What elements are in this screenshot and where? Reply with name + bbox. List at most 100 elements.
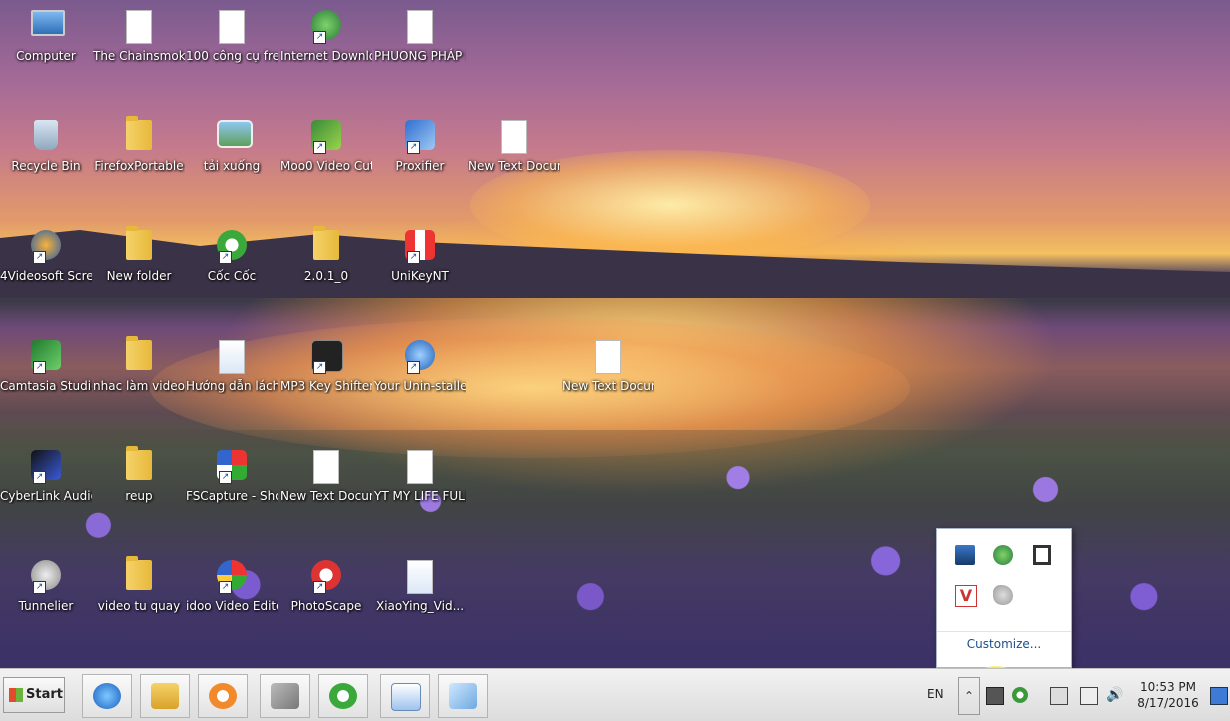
power-icon[interactable] <box>1080 687 1098 705</box>
desktop-icon-coc-coc[interactable]: ↗ Cốc Cốc <box>186 230 278 284</box>
desktop-icon-new-text-3[interactable]: New Text Document (3) <box>562 340 654 394</box>
desktop-icon-video-tu-quay[interactable]: video tu quay <box>93 556 185 614</box>
desktop-icon-your-uninstaller[interactable]: ↗ Your Unin-staller! <box>374 340 466 394</box>
desktop-icon-label: UniKeyNT <box>391 269 449 283</box>
desktop-icon-camtasia[interactable]: ↗ Camtasia Studio 8 <box>0 340 92 394</box>
customize-link[interactable]: Customize... <box>937 637 1071 651</box>
desktop-icon-nhac-lam-video[interactable]: nhac làm video <box>93 336 185 394</box>
start-label: Start <box>26 687 63 702</box>
desktop-icon-2-0-1-0[interactable]: 2.0.1_0 <box>280 226 372 284</box>
coccoc-icon <box>329 683 357 709</box>
coccoc-tray-icon[interactable] <box>1012 687 1028 703</box>
language-indicator[interactable]: EN <box>927 687 944 701</box>
globe-update-icon[interactable] <box>993 545 1013 565</box>
desktop-icon-label: Recycle Bin <box>11 159 81 173</box>
desktop-icon-tunnelier[interactable]: ↗ Tunnelier <box>0 560 92 614</box>
shortcut-arrow-icon: ↗ <box>33 581 46 594</box>
fscapture-icon: ↗ <box>217 450 247 484</box>
text-file-icon <box>593 340 623 374</box>
desktop-icon-label: Your Unin-staller! <box>374 379 466 393</box>
desktop-icon-new-folder[interactable]: New folder <box>93 226 185 284</box>
antivirus-v-icon[interactable]: V <box>955 585 977 607</box>
desktop-icon-new-text-2[interactable]: New Text Document (2) <box>468 120 560 174</box>
desktop-icon-idoo[interactable]: ↗ idoo Video Editor P... <box>186 560 278 614</box>
film-icon[interactable] <box>1033 545 1051 565</box>
desktop-icon-internet-download[interactable]: ↗ Internet Downlo... <box>280 10 372 64</box>
desktop-icon-label: The Chainsmoker... <box>93 49 185 63</box>
folder-icon <box>311 226 341 264</box>
desktop-icon-photoscape[interactable]: ↗ PhotoScape <box>280 560 372 614</box>
desktop-icon-new-text[interactable]: New Text Document <box>280 450 372 504</box>
document-icon <box>405 560 435 594</box>
shortcut-arrow-icon: ↗ <box>33 251 46 264</box>
taskbar-text-editor[interactable] <box>380 674 430 718</box>
desktop-icon-phuong-phap[interactable]: PHUONG PHÁP KIẾM TIỀN Y... <box>374 10 466 64</box>
desktop-icon-label: FSCapture - Shortcut <box>186 489 278 503</box>
mp3-file-icon <box>124 10 154 44</box>
desktop-icon-label: idoo Video Editor P... <box>186 599 278 613</box>
image-file-icon <box>217 120 253 154</box>
desktop-icon-yt-my-life[interactable]: YT MY LIFE FULL HD 2016 <box>374 450 466 504</box>
taskbar-notepad[interactable] <box>438 674 488 718</box>
desktop-icon-firefoxportable[interactable]: FirefoxPortable <box>93 116 185 174</box>
desktop-icon-label: Cốc Cốc <box>207 269 257 283</box>
folder-icon <box>124 336 154 374</box>
video-cutter-icon: ↗ <box>311 120 341 154</box>
show-hidden-icons-button[interactable]: ⌃ <box>958 677 980 715</box>
desktop-icon-cyberlink[interactable]: ↗ CyberLink AudioDirector 6 <box>0 450 92 504</box>
desktop-icon-reup[interactable]: reup <box>93 446 185 504</box>
shortcut-arrow-icon: ↗ <box>33 471 46 484</box>
document-icon <box>217 340 247 374</box>
shortcut-arrow-icon: ↗ <box>313 31 326 44</box>
clock[interactable]: 10:53 PM 8/17/2016 <box>1132 679 1204 711</box>
taskbar-internet-explorer[interactable] <box>82 674 132 718</box>
desktop-icon-4videosoft[interactable]: ↗ 4Videosoft Screen ... <box>0 230 92 284</box>
desktop-icon-mp3-key-shifter[interactable]: ↗ MP3 Key Shifter <box>280 340 372 394</box>
desktop-icon-label: PhotoScape <box>290 599 362 613</box>
desktop-icon-computer[interactable]: Computer <box>0 10 92 64</box>
desktop-icon-moo0[interactable]: ↗ Moo0 Video Cutter 1.07 <box>280 120 372 174</box>
desktop-icon-label: 100 công cụ free phần t... <box>186 49 278 63</box>
desktop-icon-recycle-bin[interactable]: Recycle Bin <box>0 120 92 174</box>
desktop-icon-label: Computer <box>16 49 76 63</box>
chevron-up-icon: ⌃ <box>963 689 975 703</box>
network-monitor-icon[interactable] <box>955 545 975 565</box>
desktop-icon-tai-xuong[interactable]: tải xuống <box>186 120 278 174</box>
shortcut-arrow-icon: ↗ <box>33 361 46 374</box>
start-button[interactable]: Start <box>3 677 65 713</box>
desktop-icon-proxifier[interactable]: ↗ Proxifier <box>374 120 466 174</box>
tray-app-icon[interactable] <box>986 687 1004 705</box>
desktop-icon-label: Internet Downlo... <box>280 49 372 63</box>
taskbar-coccoc[interactable] <box>318 674 368 718</box>
desktop-icon-huong-dan[interactable]: Hướng dẫn lách bản quy... <box>186 340 278 394</box>
bird-icon[interactable] <box>993 585 1013 605</box>
show-desktop-button[interactable] <box>1210 687 1228 705</box>
volume-icon[interactable]: 🔊 <box>1106 687 1123 703</box>
desktop-icon-fscapture[interactable]: ↗ FSCapture - Shortcut <box>186 450 278 504</box>
desktop-icon-label: XiaoYing_Vid... <box>375 599 465 613</box>
computer-icon <box>31 10 65 44</box>
desktop-icon-100-cong-cu[interactable]: 100 công cụ free phần t... <box>186 10 278 64</box>
text-file-icon <box>499 120 529 154</box>
taskbar-file-explorer[interactable] <box>140 674 190 718</box>
docx-file-icon <box>217 10 247 44</box>
taskbar-tools[interactable] <box>260 674 310 718</box>
4videosoft-icon: ↗ <box>31 230 61 264</box>
network-icon[interactable] <box>1050 687 1068 705</box>
desktop-icon-chainsmokers[interactable]: The Chainsmoker... <box>93 10 185 64</box>
desktop-icon-xiaoying[interactable]: XiaoYing_Vid... <box>374 560 466 614</box>
shortcut-arrow-icon: ↗ <box>313 361 326 374</box>
desktop-icon-label: New Text Document (2) <box>468 159 560 173</box>
windows-flag-icon <box>9 688 23 702</box>
folder-icon <box>124 446 154 484</box>
desktop-icon-unikeynt[interactable]: ↗ UniKeyNT <box>374 230 466 284</box>
tunnelier-icon: ↗ <box>31 560 61 594</box>
shortcut-arrow-icon: ↗ <box>313 581 326 594</box>
notification-overflow-popup: V Customize... <box>936 528 1072 668</box>
desktop-icon-label: 2.0.1_0 <box>303 269 349 283</box>
desktop-icon-label: CyberLink AudioDirector 6 <box>0 489 92 503</box>
shortcut-arrow-icon: ↗ <box>313 141 326 154</box>
text-file-icon <box>311 450 341 484</box>
text-file-icon <box>405 10 435 44</box>
taskbar-media-player[interactable] <box>198 674 248 718</box>
